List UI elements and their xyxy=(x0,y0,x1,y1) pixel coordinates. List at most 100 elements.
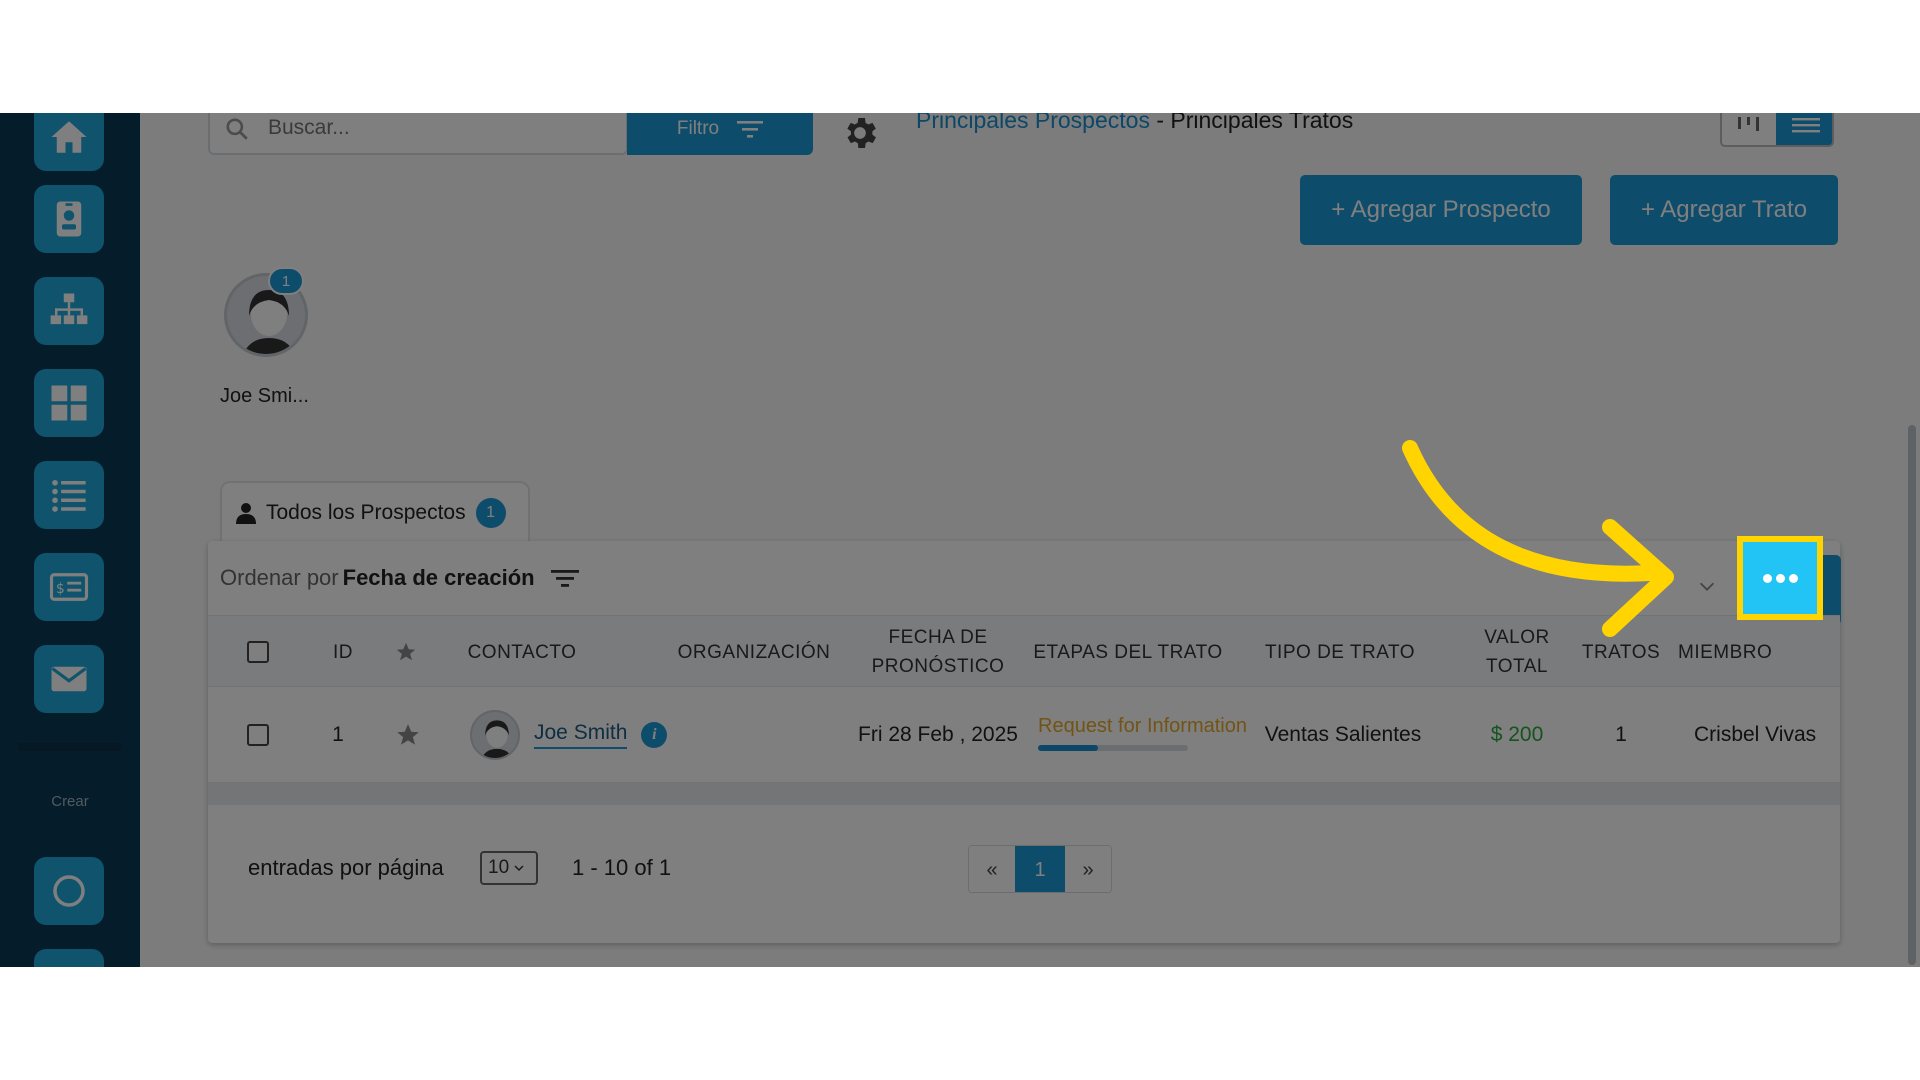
sidebar-organizations-button[interactable] xyxy=(34,277,104,345)
member-avatar-name: Joe Smi... xyxy=(220,385,309,407)
sidebar-contacts-button[interactable] xyxy=(34,185,104,253)
sidebar-mail-button[interactable] xyxy=(34,645,104,713)
board-view-button[interactable] xyxy=(1722,113,1776,145)
col-organization[interactable]: ORGANIZACIÓN xyxy=(660,616,848,688)
more-dot xyxy=(1788,573,1798,583)
col-forecast-date-line1: FECHA DE xyxy=(888,627,988,648)
list-view-button[interactable] xyxy=(1776,113,1832,145)
search-input[interactable] xyxy=(268,113,608,145)
member-avatar-badge: 1 xyxy=(268,267,304,295)
row-total-value: $ 200 xyxy=(1472,687,1562,783)
breadcrumb-separator: - xyxy=(1149,113,1171,133)
sidebar-divider xyxy=(18,743,122,751)
invoice-icon: $ xyxy=(49,573,89,601)
col-id[interactable]: ID xyxy=(318,616,368,688)
col-total-value-line2: TOTAL xyxy=(1486,656,1548,677)
col-total-value[interactable]: VALOR TOTAL xyxy=(1472,616,1562,688)
row-favorite-cell xyxy=(386,687,430,783)
svg-text:$: $ xyxy=(56,581,65,597)
table-footer-band xyxy=(208,783,1840,805)
row-checkbox[interactable] xyxy=(247,724,269,746)
row-organization xyxy=(660,687,848,783)
list-icon xyxy=(52,479,86,512)
sort-control[interactable]: Ordenar por Fecha de creación xyxy=(220,565,579,591)
row-forecast-date: Fri 28 Feb , 2025 xyxy=(858,723,1018,746)
deal-stage-progress xyxy=(1038,745,1188,751)
vertical-scrollbar[interactable] xyxy=(1908,425,1916,965)
col-deal-type[interactable]: TIPO DE TRATO xyxy=(1260,616,1420,688)
row-total-value-text: $ 200 xyxy=(1490,723,1544,746)
pagination-prev-button[interactable]: « xyxy=(969,846,1015,892)
contact-link[interactable]: Joe Smith xyxy=(534,721,628,749)
add-prospect-button[interactable]: + Agregar Prospecto xyxy=(1300,175,1582,245)
col-deal-stages[interactable]: ETAPAS DEL TRATO xyxy=(1028,616,1228,688)
tab-all-prospects[interactable]: Todos los Prospectos 1 xyxy=(220,481,530,543)
select-all-checkbox[interactable] xyxy=(247,641,269,663)
tab-all-prospects-label: Todos los Prospectos xyxy=(266,501,466,524)
per-page-select[interactable]: 10 xyxy=(480,851,538,885)
view-toggle xyxy=(1720,113,1834,147)
home-icon xyxy=(51,121,87,153)
whatsapp-icon xyxy=(53,875,85,907)
filter-button[interactable]: Filtro xyxy=(627,113,813,155)
deal-stage-progress-fill xyxy=(1038,745,1098,751)
chevron-down-icon xyxy=(514,865,524,872)
main-content: Filtro Principales Prospectos - Principa… xyxy=(140,113,1920,967)
row-select-cell xyxy=(238,687,278,783)
col-forecast-date[interactable]: FECHA DE PRONÓSTICO xyxy=(848,616,1028,688)
sidebar-list-button[interactable] xyxy=(34,461,104,529)
breadcrumb-link-prospects[interactable]: Principales Prospectos xyxy=(916,113,1150,133)
list-lines-icon xyxy=(1792,118,1820,133)
per-page-label: entradas por página xyxy=(248,855,444,880)
select-all-cell xyxy=(238,616,278,688)
kanban-icon xyxy=(1738,117,1759,131)
prospects-card: Ordenar por Fecha de creación ID CONTACTO… xyxy=(208,541,1841,943)
row-deal-stage[interactable]: Request for Information xyxy=(1038,715,1247,738)
create-label: Crear xyxy=(51,793,89,810)
sidebar-create-button[interactable] xyxy=(34,857,104,925)
filter-label: Filtro xyxy=(676,118,720,139)
search-icon xyxy=(226,118,248,140)
mail-icon xyxy=(51,666,87,692)
sidebar-invoices-button[interactable]: $ xyxy=(34,553,104,621)
col-contact[interactable]: CONTACTO xyxy=(452,616,592,688)
star-icon xyxy=(396,642,416,661)
sort-value: Fecha de creación xyxy=(342,565,535,590)
star-icon[interactable] xyxy=(395,722,421,748)
sidebar-dashboard-button[interactable] xyxy=(34,369,104,437)
search-box xyxy=(208,113,628,155)
breadcrumb-current: Principales Tratos xyxy=(1170,113,1354,133)
app-viewport: $ Crear Filtro Principales Prospectos - … xyxy=(0,113,1920,967)
dashboard-icon xyxy=(51,385,87,421)
contacts-icon xyxy=(56,201,82,237)
col-deals[interactable]: TRATOS xyxy=(1578,616,1664,688)
sort-label: Ordenar por xyxy=(220,565,339,590)
per-page-value: 10 xyxy=(488,857,510,878)
row-member: Crisbel Vivas xyxy=(1694,723,1817,746)
filter-icon xyxy=(737,121,764,138)
breadcrumb: Principales Prospectos - Principales Tra… xyxy=(916,113,1353,134)
user-silhouette-icon xyxy=(481,720,513,758)
sidebar-home-button[interactable] xyxy=(34,113,104,171)
gear-icon[interactable] xyxy=(840,113,880,153)
pagination-page-button[interactable]: 1 xyxy=(1015,846,1065,892)
table-row[interactable]: 1 Joe Smith i Fri 28 Feb , 2025 Request … xyxy=(208,687,1840,783)
row-deal-type: Ventas Salientes xyxy=(1264,723,1422,746)
more-dot xyxy=(1762,573,1772,583)
more-dot xyxy=(1775,573,1785,583)
tab-all-prospects-count: 1 xyxy=(475,498,506,528)
row-id: 1 xyxy=(332,723,344,746)
col-member[interactable]: MIEMBRO xyxy=(1678,616,1818,688)
more-options-button[interactable] xyxy=(1737,536,1823,620)
col-total-value-line1: VALOR xyxy=(1484,627,1550,648)
col-forecast-date-line2: PRONÓSTICO xyxy=(871,656,1005,677)
sidebar: $ Crear xyxy=(0,113,140,967)
add-deal-button[interactable]: + Agregar Trato xyxy=(1610,175,1838,245)
pagination-next-button[interactable]: » xyxy=(1065,846,1111,892)
chevron-down-icon[interactable] xyxy=(1696,575,1718,597)
row-deals: 1 xyxy=(1615,723,1627,746)
sidebar-more-button[interactable] xyxy=(34,949,104,967)
user-icon xyxy=(236,503,256,524)
table-header: ID CONTACTO ORGANIZACIÓN FECHA DE PRONÓS… xyxy=(208,615,1840,687)
pagination-range: 1 - 10 of 1 xyxy=(572,855,672,880)
